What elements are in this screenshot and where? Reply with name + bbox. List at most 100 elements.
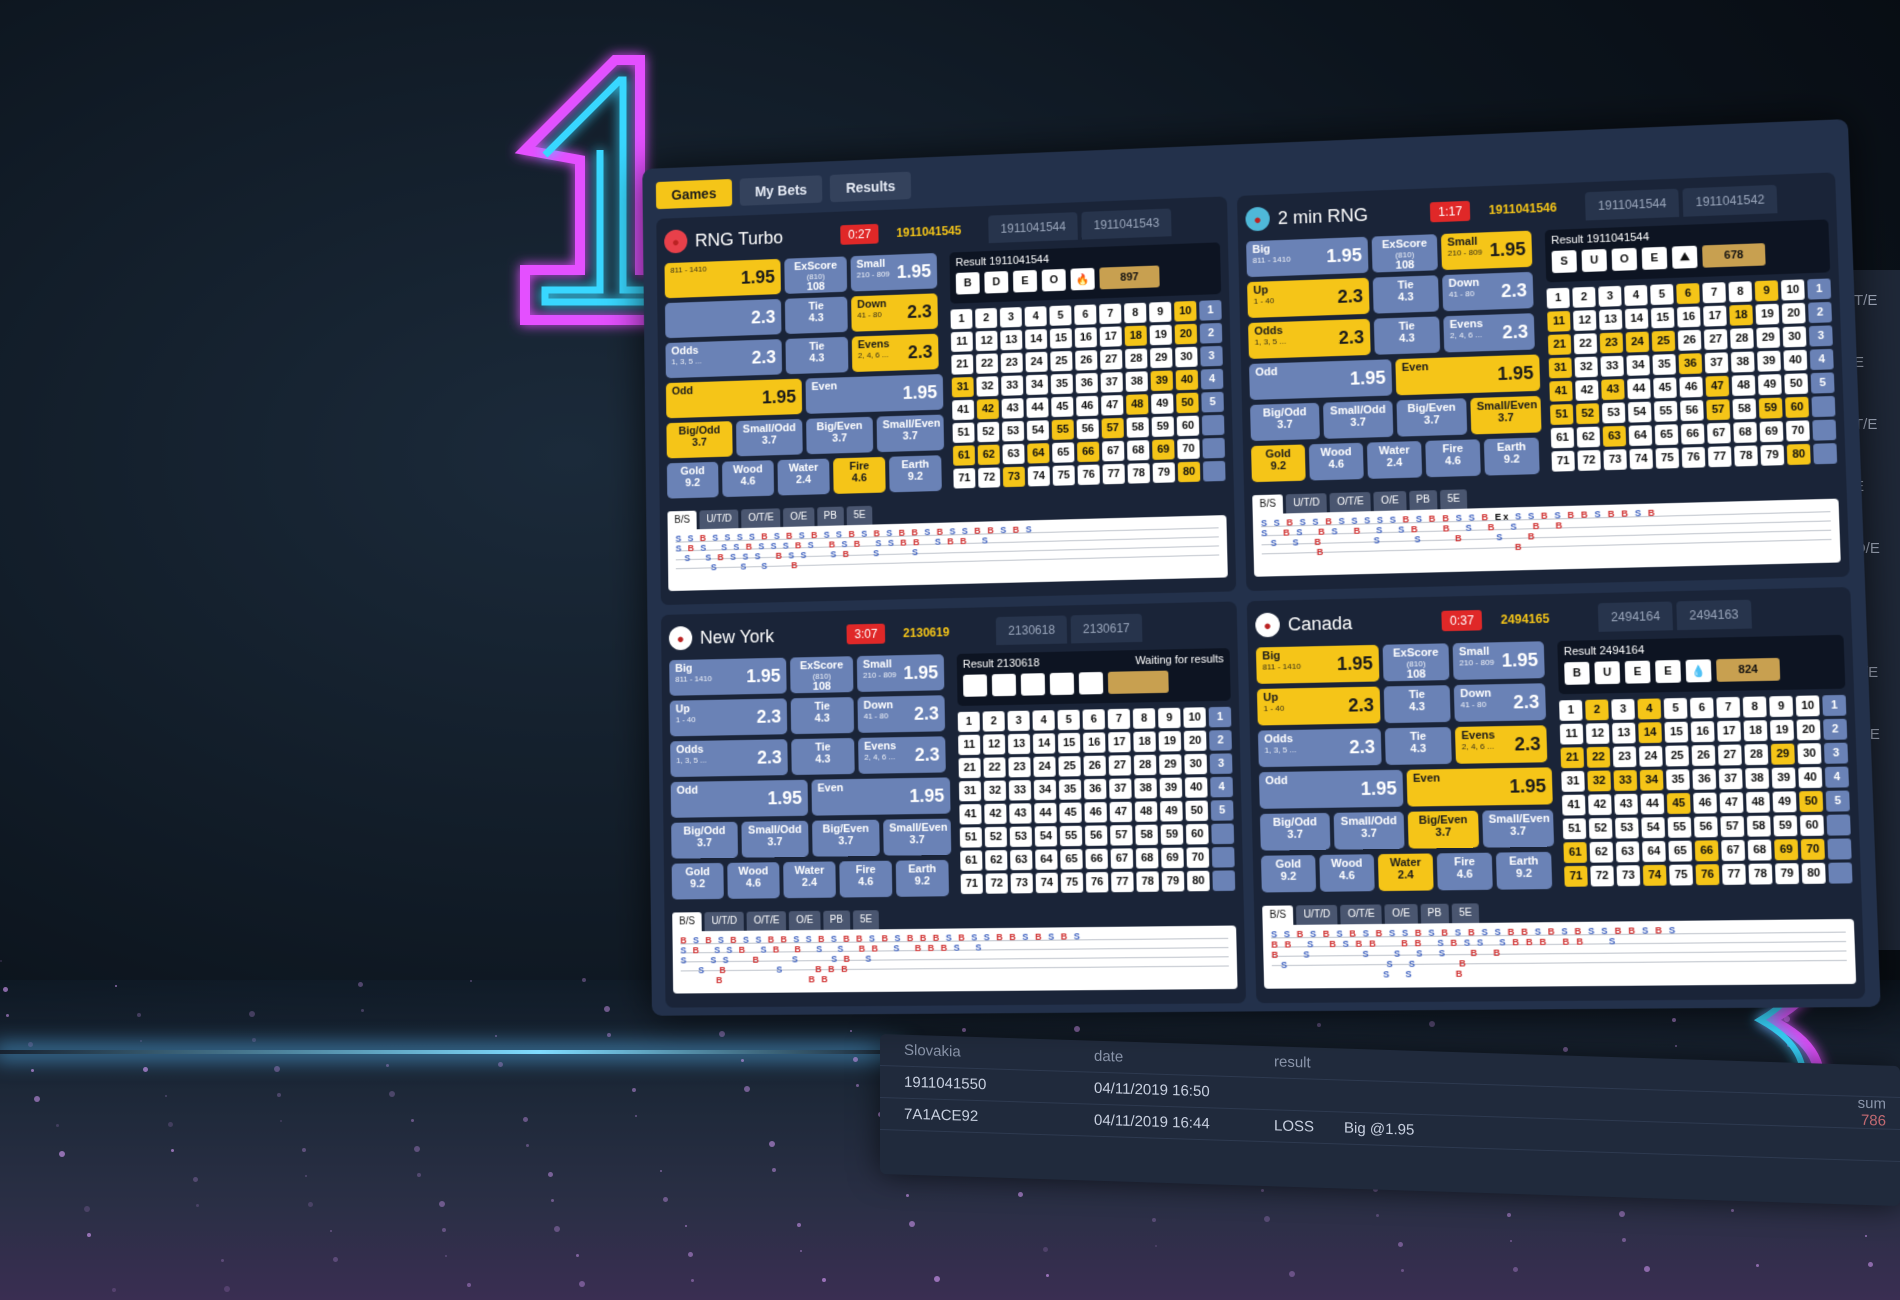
bet-button[interactable]: Big 811 - 1410 1.95: [669, 657, 787, 696]
bet-button[interactable]: 2.3: [664, 298, 782, 339]
previous-draw-tab[interactable]: 2130618: [996, 615, 1068, 646]
bet-button[interactable]: Water 2.4: [1366, 441, 1423, 479]
bet-button[interactable]: Down 41 - 80 2.3: [1442, 271, 1534, 312]
current-draw-id[interactable]: 2494165: [1501, 610, 1595, 626]
bet-button[interactable]: Small 210 - 809 1.95: [1452, 641, 1545, 680]
previous-draw-tab[interactable]: 2494163: [1676, 599, 1752, 631]
bet-button[interactable]: Water 2.4: [777, 458, 830, 496]
bet-button[interactable]: Tie 4.3: [785, 336, 849, 375]
history-tab[interactable]: O/T/E: [741, 508, 781, 529]
bet-button[interactable]: Small/Odd 3.7: [1323, 400, 1394, 439]
previous-draw-tab[interactable]: 1911041543: [1081, 208, 1172, 240]
bet-button[interactable]: Odds 1, 3, 5 ... 2.3: [670, 739, 788, 778]
bet-button[interactable]: 811 - 1410 1.95: [664, 258, 781, 299]
bet-button[interactable]: Tie 4.3: [1372, 275, 1440, 314]
bet-button[interactable]: Odds 1, 3, 5 ... 2.3: [1257, 728, 1382, 768]
bet-button[interactable]: Wood 4.6: [727, 862, 780, 899]
bet-button[interactable]: Water 2.4: [783, 861, 836, 899]
bet-button[interactable]: Up 1 - 40 2.3: [1247, 277, 1370, 319]
current-draw-id[interactable]: 2130619: [903, 624, 992, 640]
bet-button[interactable]: Gold 9.2: [1251, 444, 1306, 483]
bet-button[interactable]: Up 1 - 40 2.3: [669, 698, 788, 737]
history-tab[interactable]: PB: [822, 910, 851, 930]
bet-button[interactable]: Big 811 - 1410 1.95: [1246, 236, 1369, 278]
bet-button[interactable]: Big/Even 3.7: [1396, 398, 1468, 437]
bet-button[interactable]: Down 41 - 80 2.3: [857, 695, 946, 733]
bet-button[interactable]: Evens 2, 4, 6 ... 2.3: [851, 333, 939, 373]
history-tab[interactable]: O/T/E: [1340, 904, 1383, 925]
bet-button[interactable]: Gold 9.2: [1260, 855, 1317, 893]
bet-button[interactable]: Earth 9.2: [1483, 437, 1540, 476]
bet-button[interactable]: Wood 4.6: [722, 460, 775, 498]
previous-draw-tab[interactable]: 1911041542: [1682, 184, 1778, 217]
bet-button[interactable]: Small/Odd 3.7: [736, 418, 803, 457]
bet-button[interactable]: Fire 4.6: [1425, 439, 1481, 478]
bet-button[interactable]: Evens 2, 4, 6 ... 2.3: [858, 736, 946, 774]
bet-button[interactable]: Fire 4.6: [839, 860, 893, 898]
bet-button[interactable]: Odd 1.95: [665, 378, 803, 419]
bet-button[interactable]: Even 1.95: [811, 777, 951, 816]
previous-draw-tab[interactable]: 2130617: [1070, 613, 1143, 644]
history-tab[interactable]: 5E: [852, 910, 880, 930]
history-tab[interactable]: U/T/D: [704, 911, 745, 932]
history-tab[interactable]: O/E: [1373, 491, 1407, 512]
bet-button[interactable]: Fire 4.6: [833, 456, 886, 494]
history-tab[interactable]: PB: [816, 506, 844, 527]
tab-games[interactable]: Games: [655, 178, 732, 210]
history-tab[interactable]: 5E: [846, 505, 873, 526]
bet-button[interactable]: Earth 9.2: [1495, 851, 1553, 890]
bet-button[interactable]: Earth 9.2: [889, 455, 942, 493]
bet-button[interactable]: ExScore (810) 108: [1371, 234, 1438, 273]
bet-button[interactable]: Small/Even 3.7: [883, 818, 952, 856]
bet-button[interactable]: Small/Odd 3.7: [1333, 811, 1405, 850]
bet-button[interactable]: Even 1.95: [1395, 354, 1541, 396]
bet-button[interactable]: Earth 9.2: [895, 859, 950, 897]
bet-button[interactable]: Small 210 - 809 1.95: [856, 654, 945, 692]
bet-button[interactable]: Small/Even 3.7: [1470, 395, 1542, 435]
history-tab[interactable]: U/T/D: [1296, 904, 1338, 925]
history-tab[interactable]: U/T/D: [1285, 493, 1328, 514]
history-tab[interactable]: O/T/E: [746, 911, 787, 931]
bet-button[interactable]: Small/Even 3.7: [1482, 809, 1555, 848]
bet-button[interactable]: Big 811 - 1410 1.95: [1255, 644, 1380, 684]
history-tab[interactable]: U/T/D: [699, 509, 739, 530]
bet-button[interactable]: Odd 1.95: [1249, 359, 1393, 400]
history-tab[interactable]: B/S: [1262, 905, 1294, 926]
bet-button[interactable]: Gold 9.2: [671, 862, 724, 900]
history-tab[interactable]: B/S: [672, 912, 702, 932]
bet-button[interactable]: Fire 4.6: [1436, 852, 1493, 891]
bet-button[interactable]: Big/Odd 3.7: [666, 421, 733, 459]
current-draw-id[interactable]: 1911041546: [1489, 199, 1582, 217]
bet-button[interactable]: Gold 9.2: [666, 461, 719, 499]
bet-button[interactable]: Odd 1.95: [670, 779, 809, 818]
bet-button[interactable]: Down 41 - 80 2.3: [851, 293, 939, 332]
bet-button[interactable]: Big/Odd 3.7: [1250, 402, 1320, 442]
previous-draw-tab[interactable]: 2494164: [1598, 601, 1674, 632]
bet-button[interactable]: ExScore (810) 108: [1382, 643, 1450, 682]
bet-button[interactable]: Big/Even 3.7: [1407, 810, 1480, 849]
history-tab[interactable]: O/E: [789, 910, 821, 931]
history-tab[interactable]: O/T/E: [1329, 491, 1372, 513]
bet-button[interactable]: Water 2.4: [1377, 853, 1434, 892]
previous-draw-tab[interactable]: 1911041544: [1585, 188, 1680, 221]
previous-draw-tab[interactable]: 1911041544: [988, 212, 1079, 244]
bet-button[interactable]: Tie 4.3: [784, 296, 848, 335]
bet-button[interactable]: Tie 4.3: [791, 737, 855, 776]
bet-button[interactable]: Wood 4.6: [1308, 442, 1364, 481]
history-tab[interactable]: B/S: [667, 510, 697, 531]
bet-button[interactable]: Small 210 - 809 1.95: [850, 253, 938, 292]
bet-button[interactable]: Big/Even 3.7: [812, 819, 880, 857]
bet-button[interactable]: Odds 1, 3, 5 ... 2.3: [1248, 318, 1371, 359]
bet-button[interactable]: Odds 1, 3, 5 ... 2.3: [665, 339, 783, 379]
bet-button[interactable]: Small 210 - 809 1.95: [1440, 230, 1533, 271]
bet-button[interactable]: Big/Even 3.7: [806, 416, 874, 455]
bet-button[interactable]: Tie 4.3: [790, 697, 855, 735]
history-tab[interactable]: B/S: [1252, 494, 1284, 515]
bet-button[interactable]: Even 1.95: [805, 374, 944, 414]
tab-my-bets[interactable]: My Bets: [739, 175, 823, 206]
bet-button[interactable]: Wood 4.6: [1319, 854, 1375, 892]
bet-button[interactable]: Even 1.95: [1406, 767, 1553, 807]
bet-button[interactable]: ExScore (810) 108: [784, 256, 848, 294]
history-tab[interactable]: PB: [1408, 490, 1438, 511]
history-tab[interactable]: 5E: [1451, 903, 1480, 924]
